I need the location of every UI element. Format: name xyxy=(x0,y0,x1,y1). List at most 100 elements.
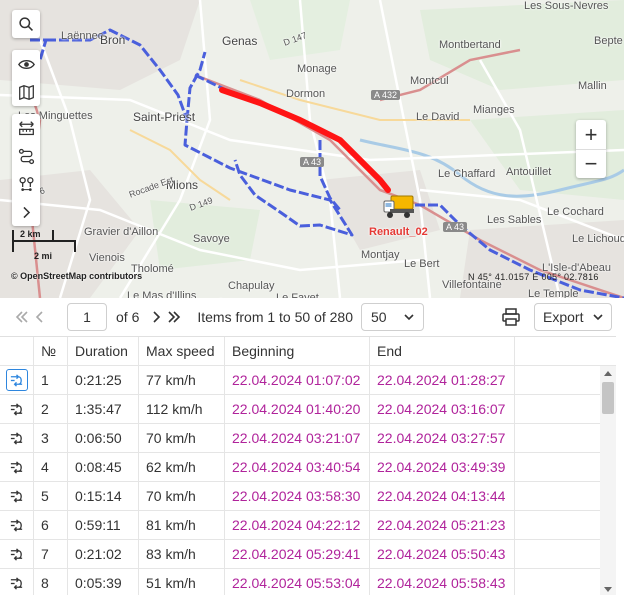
place-label: Savoye xyxy=(193,233,230,245)
map-view[interactable]: Laënnec Bron Genas Montbertand Les Sous-Nevr… xyxy=(0,0,624,298)
print-button[interactable] xyxy=(499,305,523,329)
table-row[interactable]: 4 0:08:45 62 km/h 22.04.2024 03:40:54 22.04.… xyxy=(0,453,616,482)
cell-beginning[interactable]: 22.04.2024 03:40:54 xyxy=(225,453,370,481)
header-max-speed[interactable]: Max speed xyxy=(139,337,225,365)
next-page-button[interactable] xyxy=(147,307,165,327)
cell-max-speed: 81 km/h xyxy=(139,511,225,539)
place-label: Le Cochard xyxy=(547,206,604,218)
last-page-button[interactable] xyxy=(165,307,183,327)
zoom-out-button[interactable]: − xyxy=(576,149,606,178)
route-icon xyxy=(18,148,34,164)
place-label: Les Sables xyxy=(487,214,542,226)
trip-detail-button[interactable] xyxy=(6,427,28,449)
scroll-down-arrow[interactable] xyxy=(604,587,612,592)
map-tools-group xyxy=(12,114,40,226)
header-duration[interactable]: Duration xyxy=(68,337,139,365)
scroll-up-arrow[interactable] xyxy=(604,371,612,376)
row-icon-cell xyxy=(0,482,34,510)
chevron-left-icon xyxy=(35,311,43,323)
chevron-right-icon xyxy=(153,311,161,323)
cell-number: 6 xyxy=(34,511,68,539)
table-scrollbar[interactable] xyxy=(600,366,616,595)
page-count-label: of 6 xyxy=(116,309,140,325)
place-label: Le Lichoud xyxy=(572,233,624,245)
geofence-button[interactable] xyxy=(12,170,40,198)
table-row[interactable]: 6 0:59:11 81 km/h 22.04.2024 04:22:12 22.04.… xyxy=(0,511,616,540)
trips-table: № Duration Max speed Beginning End 1 0:21… xyxy=(0,336,616,595)
header-icon-col xyxy=(0,337,34,365)
unit-label[interactable]: Renault_02 xyxy=(369,226,428,238)
place-label: Le David xyxy=(416,111,460,123)
eye-icon xyxy=(17,59,35,69)
cell-max-speed: 83 km/h xyxy=(139,540,225,568)
header-end[interactable]: End xyxy=(370,337,515,365)
table-row[interactable]: 8 0:05:39 51 km/h 22.04.2024 05:53:04 22.04.… xyxy=(0,569,616,595)
road-ref-badge: A 43 xyxy=(300,157,325,167)
cell-end[interactable]: 22.04.2024 05:21:23 xyxy=(370,511,515,539)
cell-end[interactable]: 22.04.2024 03:16:07 xyxy=(370,395,515,423)
visibility-button[interactable] xyxy=(12,50,40,78)
place-label: Le Temple xyxy=(528,288,579,298)
road-ref-badge: A 432 xyxy=(371,90,401,100)
cell-duration: 0:21:25 xyxy=(68,366,139,394)
map-icon xyxy=(18,84,34,100)
cell-end[interactable]: 22.04.2024 03:49:39 xyxy=(370,453,515,481)
items-range-label: Items from 1 to 50 of 280 xyxy=(197,309,353,325)
scale-km-label: 2 km xyxy=(20,229,41,239)
cell-number: 4 xyxy=(34,453,68,481)
cell-beginning[interactable]: 22.04.2024 05:29:41 xyxy=(225,540,370,568)
scroll-thumb[interactable] xyxy=(602,382,614,414)
route-detail-icon xyxy=(10,402,23,416)
trip-detail-button[interactable] xyxy=(6,514,28,536)
trip-detail-button[interactable] xyxy=(6,485,28,507)
place-label: Le Bert xyxy=(404,258,440,270)
trip-detail-button[interactable] xyxy=(6,456,28,478)
row-icon-cell xyxy=(0,540,34,568)
table-row[interactable]: 2 1:35:47 112 km/h 22.04.2024 01:40:20 22.04… xyxy=(0,395,616,424)
route-detail-icon xyxy=(10,460,23,474)
header-number[interactable]: № xyxy=(34,337,68,365)
prev-page-button[interactable] xyxy=(31,307,49,327)
export-button[interactable]: Export xyxy=(534,303,612,331)
printer-icon xyxy=(502,308,520,326)
place-label: Bepte xyxy=(594,35,623,47)
trip-detail-button[interactable] xyxy=(6,543,28,565)
table-row[interactable]: 5 0:15:14 70 km/h 22.04.2024 03:58:30 22.04.… xyxy=(0,482,616,511)
measure-button[interactable] xyxy=(12,114,40,142)
first-page-button[interactable] xyxy=(13,307,31,327)
cell-max-speed: 51 km/h xyxy=(139,569,225,595)
cell-beginning[interactable]: 22.04.2024 01:07:02 xyxy=(225,366,370,394)
trip-detail-button[interactable] xyxy=(6,572,28,594)
cell-beginning[interactable]: 22.04.2024 04:22:12 xyxy=(225,511,370,539)
place-label: Montjay xyxy=(361,249,400,261)
cell-duration: 0:21:02 xyxy=(68,540,139,568)
table-row[interactable]: 3 0:06:50 70 km/h 22.04.2024 03:21:07 22.04.… xyxy=(0,424,616,453)
cell-end[interactable]: 22.04.2024 05:58:43 xyxy=(370,569,515,595)
chevron-right-icon xyxy=(22,206,30,218)
cell-beginning[interactable]: 22.04.2024 01:40:20 xyxy=(225,395,370,423)
cell-end[interactable]: 22.04.2024 04:13:44 xyxy=(370,482,515,510)
place-label: Laënnec xyxy=(61,30,104,42)
pagination-bar: of 6 Items from 1 to 50 of 280 50 Export xyxy=(0,298,624,336)
trip-detail-button[interactable] xyxy=(5,369,28,391)
cell-beginning[interactable]: 22.04.2024 03:21:07 xyxy=(225,424,370,452)
route-detail-icon xyxy=(10,489,23,503)
zoom-in-button[interactable]: + xyxy=(576,120,606,149)
page-number-input[interactable] xyxy=(67,303,107,331)
cell-beginning[interactable]: 22.04.2024 05:53:04 xyxy=(225,569,370,595)
expand-toolbar-button[interactable] xyxy=(12,198,40,226)
page-size-select[interactable]: 50 xyxy=(361,303,424,331)
header-beginning[interactable]: Beginning xyxy=(225,337,370,365)
cell-end[interactable]: 22.04.2024 01:28:27 xyxy=(370,366,515,394)
cell-end[interactable]: 22.04.2024 05:50:43 xyxy=(370,540,515,568)
trip-detail-button[interactable] xyxy=(6,398,28,420)
table-row[interactable]: 1 0:21:25 77 km/h 22.04.2024 01:07:02 22.04.… xyxy=(0,366,616,395)
route-button[interactable] xyxy=(12,142,40,170)
map-search-button[interactable] xyxy=(12,10,40,38)
map-attribution[interactable]: © OpenStreetMap contributors xyxy=(11,271,142,281)
map-layers-button[interactable] xyxy=(12,78,40,106)
truck-icon[interactable] xyxy=(382,193,416,221)
cell-beginning[interactable]: 22.04.2024 03:58:30 xyxy=(225,482,370,510)
table-row[interactable]: 7 0:21:02 83 km/h 22.04.2024 05:29:41 22.04.… xyxy=(0,540,616,569)
cell-end[interactable]: 22.04.2024 03:27:57 xyxy=(370,424,515,452)
